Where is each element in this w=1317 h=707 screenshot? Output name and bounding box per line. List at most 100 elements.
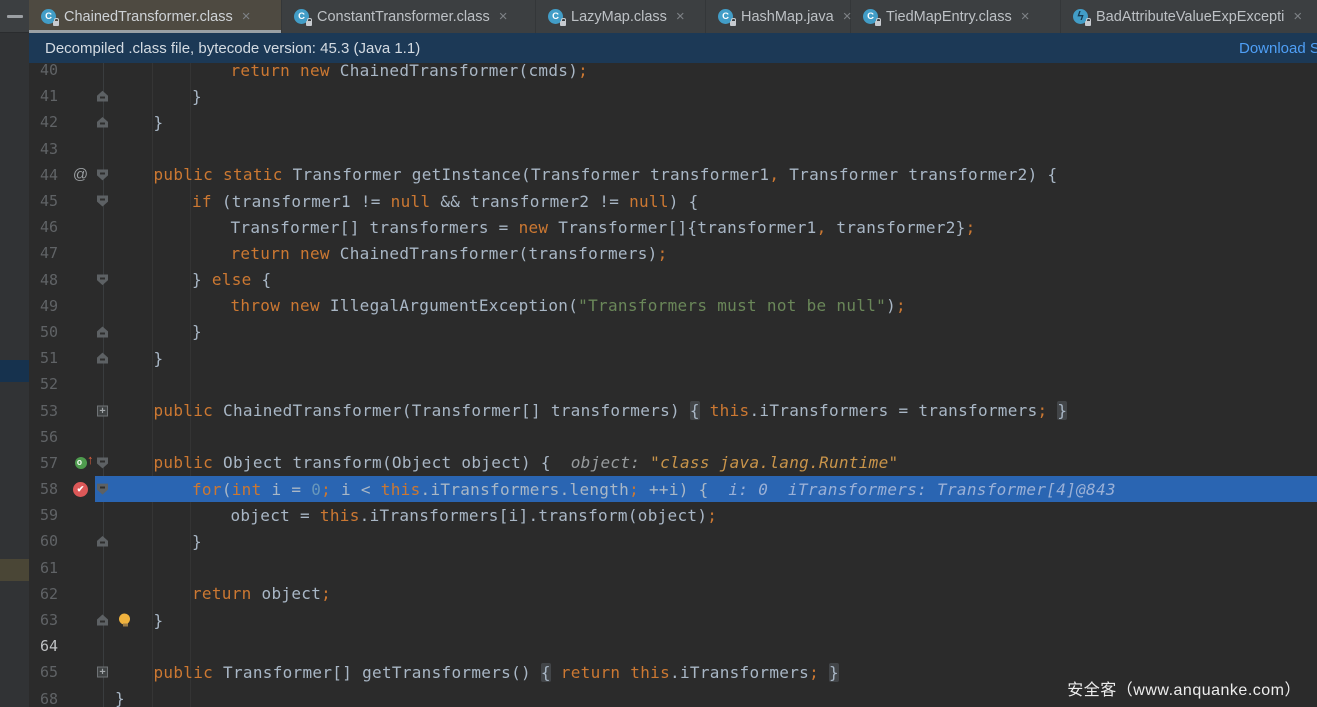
stripe-marker-blue [0, 360, 29, 382]
code-editor[interactable]: 40return new ChainedTransformer(cmds);41… [29, 57, 1317, 707]
code-area[interactable]: } [95, 83, 1317, 109]
fold-expand-icon[interactable]: + [97, 667, 108, 678]
intention-bulb-icon[interactable] [119, 614, 131, 627]
gutter [66, 240, 95, 266]
code-line-59[interactable]: 59 object = this.iTransformers[i].transfo… [29, 502, 1317, 528]
code-area[interactable]: throw new IllegalArgumentException("Tran… [95, 293, 1317, 319]
line-number: 59 [29, 506, 66, 524]
line-number: 47 [29, 244, 66, 262]
code-text: } [95, 532, 202, 551]
code-line-44[interactable]: 44@public static Transformer getInstance… [29, 162, 1317, 188]
lock-icon [53, 21, 59, 26]
gutter [66, 528, 95, 554]
code-line-63[interactable]: 63} [29, 607, 1317, 633]
close-tab-icon[interactable]: × [499, 9, 508, 24]
debugger-inline-hint: "class java.lang.Runtime" [650, 453, 898, 472]
code-line-46[interactable]: 46Transformer[] transformers = new Trans… [29, 214, 1317, 240]
code-area[interactable]: public static Transformer getInstance(Tr… [95, 162, 1317, 188]
close-tab-icon[interactable]: × [676, 9, 685, 24]
code-line-50[interactable]: 50} [29, 319, 1317, 345]
code-line-53[interactable]: 53+public ChainedTransformer(Transformer… [29, 397, 1317, 423]
code-area[interactable]: if (transformer1 != null && transformer2… [95, 188, 1317, 214]
gutter [66, 319, 95, 345]
editor-tab-HashMap.java[interactable]: CHashMap.java× [706, 0, 851, 33]
line-number: 61 [29, 559, 66, 577]
code-line-61[interactable]: 61 [29, 555, 1317, 581]
gutter: ✔ [66, 476, 95, 502]
code-area[interactable]: } [95, 109, 1317, 135]
code-line-51[interactable]: 51} [29, 345, 1317, 371]
editor-tab-ChainedTransformer.class[interactable]: CChainedTransformer.class× [29, 0, 282, 33]
banner-message: Decompiled .class file, bytecode version… [45, 40, 420, 57]
gutter [66, 555, 95, 581]
code-area[interactable]: object = this.iTransformers[i].transform… [95, 502, 1317, 528]
code-line-56[interactable]: 56 [29, 424, 1317, 450]
overrides-method-icon[interactable]: o↑ [75, 457, 87, 469]
minimize-icon[interactable] [7, 15, 23, 18]
tab-label: ConstantTransformer.class [317, 9, 490, 25]
gutter [66, 109, 95, 135]
code-area[interactable]: } [95, 607, 1317, 633]
close-tab-icon[interactable]: × [1293, 9, 1302, 24]
gutter: o↑ [66, 450, 95, 476]
editor-tab-ConstantTransformer.class[interactable]: CConstantTransformer.class× [282, 0, 536, 33]
code-line-58[interactable]: 58✔for(int i = 0; i < this.iTransformers… [29, 476, 1317, 502]
code-line-43[interactable]: 43 [29, 136, 1317, 162]
code-line-62[interactable]: 62return object; [29, 581, 1317, 607]
editor-tab-TiedMapEntry.class[interactable]: CTiedMapEntry.class× [851, 0, 1061, 33]
code-line-57[interactable]: 57o↑public Object transform(Object objec… [29, 450, 1317, 476]
java-class-icon: C [41, 9, 57, 25]
decompiler-banner: Decompiled .class file, bytecode version… [29, 33, 1317, 63]
code-area[interactable]: +public ChainedTransformer(Transformer[]… [95, 397, 1317, 423]
code-text: for(int i = 0; i < this.iTransformers.le… [95, 480, 1116, 499]
breakpoint-icon[interactable]: ✔ [73, 482, 88, 497]
line-number: 42 [29, 113, 66, 131]
java-class-icon: C [863, 9, 879, 25]
code-text: if (transformer1 != null && transformer2… [95, 192, 699, 211]
fold-expand-icon[interactable]: + [97, 405, 108, 416]
code-line-49[interactable]: 49throw new IllegalArgumentException("Tr… [29, 293, 1317, 319]
code-text: public ChainedTransformer(Transformer[] … [95, 401, 1067, 420]
code-line-60[interactable]: 60} [29, 528, 1317, 554]
code-line-52[interactable]: 52 [29, 371, 1317, 397]
code-line-45[interactable]: 45if (transformer1 != null && transforme… [29, 188, 1317, 214]
code-area[interactable]: public Object transform(Object object) {… [95, 450, 1317, 476]
code-area[interactable]: for(int i = 0; i < this.iTransformers.le… [95, 476, 1317, 502]
code-text: object = this.iTransformers[i].transform… [95, 506, 717, 525]
code-line-42[interactable]: 42} [29, 109, 1317, 135]
code-line-41[interactable]: 41} [29, 83, 1317, 109]
gutter [66, 345, 95, 371]
line-number: 63 [29, 611, 66, 629]
line-number: 56 [29, 428, 66, 446]
code-text: public static Transformer getInstance(Tr… [95, 165, 1057, 184]
close-tab-icon[interactable]: × [242, 9, 251, 24]
code-line-48[interactable]: 48} else { [29, 267, 1317, 293]
editor-tab-BadAttributeValueExpExcepti[interactable]: ϟBadAttributeValueExpExcepti× [1061, 0, 1317, 33]
code-area[interactable]: } else { [95, 267, 1317, 293]
code-area[interactable]: return new ChainedTransformer(transforme… [95, 240, 1317, 266]
code-area[interactable] [95, 424, 1317, 450]
code-area[interactable]: } [95, 528, 1317, 554]
lock-icon [730, 21, 736, 26]
code-area[interactable]: } [95, 319, 1317, 345]
code-line-47[interactable]: 47 return new ChainedTransformer(transfor… [29, 240, 1317, 266]
download-sources-link[interactable]: Download Sou [1239, 40, 1317, 57]
code-text: return new ChainedTransformer(transforme… [95, 244, 668, 263]
line-number: 43 [29, 140, 66, 158]
code-area[interactable] [95, 633, 1317, 659]
code-text: Transformer[] transformers = new Transfo… [95, 218, 976, 237]
tab-label: HashMap.java [741, 9, 834, 25]
close-tab-icon[interactable]: × [1021, 9, 1030, 24]
line-number: 68 [29, 690, 66, 707]
code-text: return object; [95, 584, 331, 603]
code-area[interactable] [95, 136, 1317, 162]
code-area[interactable]: Transformer[] transformers = new Transfo… [95, 214, 1317, 240]
code-line-64[interactable]: 64 [29, 633, 1317, 659]
code-area[interactable]: return object; [95, 581, 1317, 607]
left-tool-stripe [0, 0, 29, 707]
code-area[interactable] [95, 371, 1317, 397]
lock-icon [306, 21, 312, 26]
code-area[interactable]: } [95, 345, 1317, 371]
code-area[interactable] [95, 555, 1317, 581]
editor-tab-LazyMap.class[interactable]: CLazyMap.class× [536, 0, 706, 33]
